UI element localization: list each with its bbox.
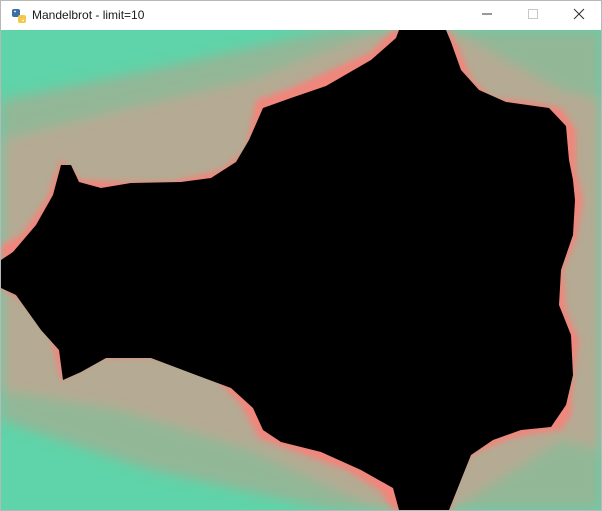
mandelbrot-render — [1, 30, 601, 510]
close-icon — [573, 7, 585, 25]
close-button[interactable] — [556, 1, 602, 30]
fractal-canvas[interactable] — [1, 30, 601, 510]
maximize-button[interactable] — [510, 1, 556, 30]
minimize-button[interactable] — [464, 1, 510, 30]
app-window: Mandelbrot - limit=10 — [0, 0, 602, 511]
window-title: Mandelbrot - limit=10 — [32, 8, 145, 22]
minimize-icon — [481, 7, 493, 25]
maximize-icon — [527, 7, 539, 25]
title-bar[interactable]: Mandelbrot - limit=10 — [1, 1, 601, 30]
python-icon — [11, 8, 27, 24]
